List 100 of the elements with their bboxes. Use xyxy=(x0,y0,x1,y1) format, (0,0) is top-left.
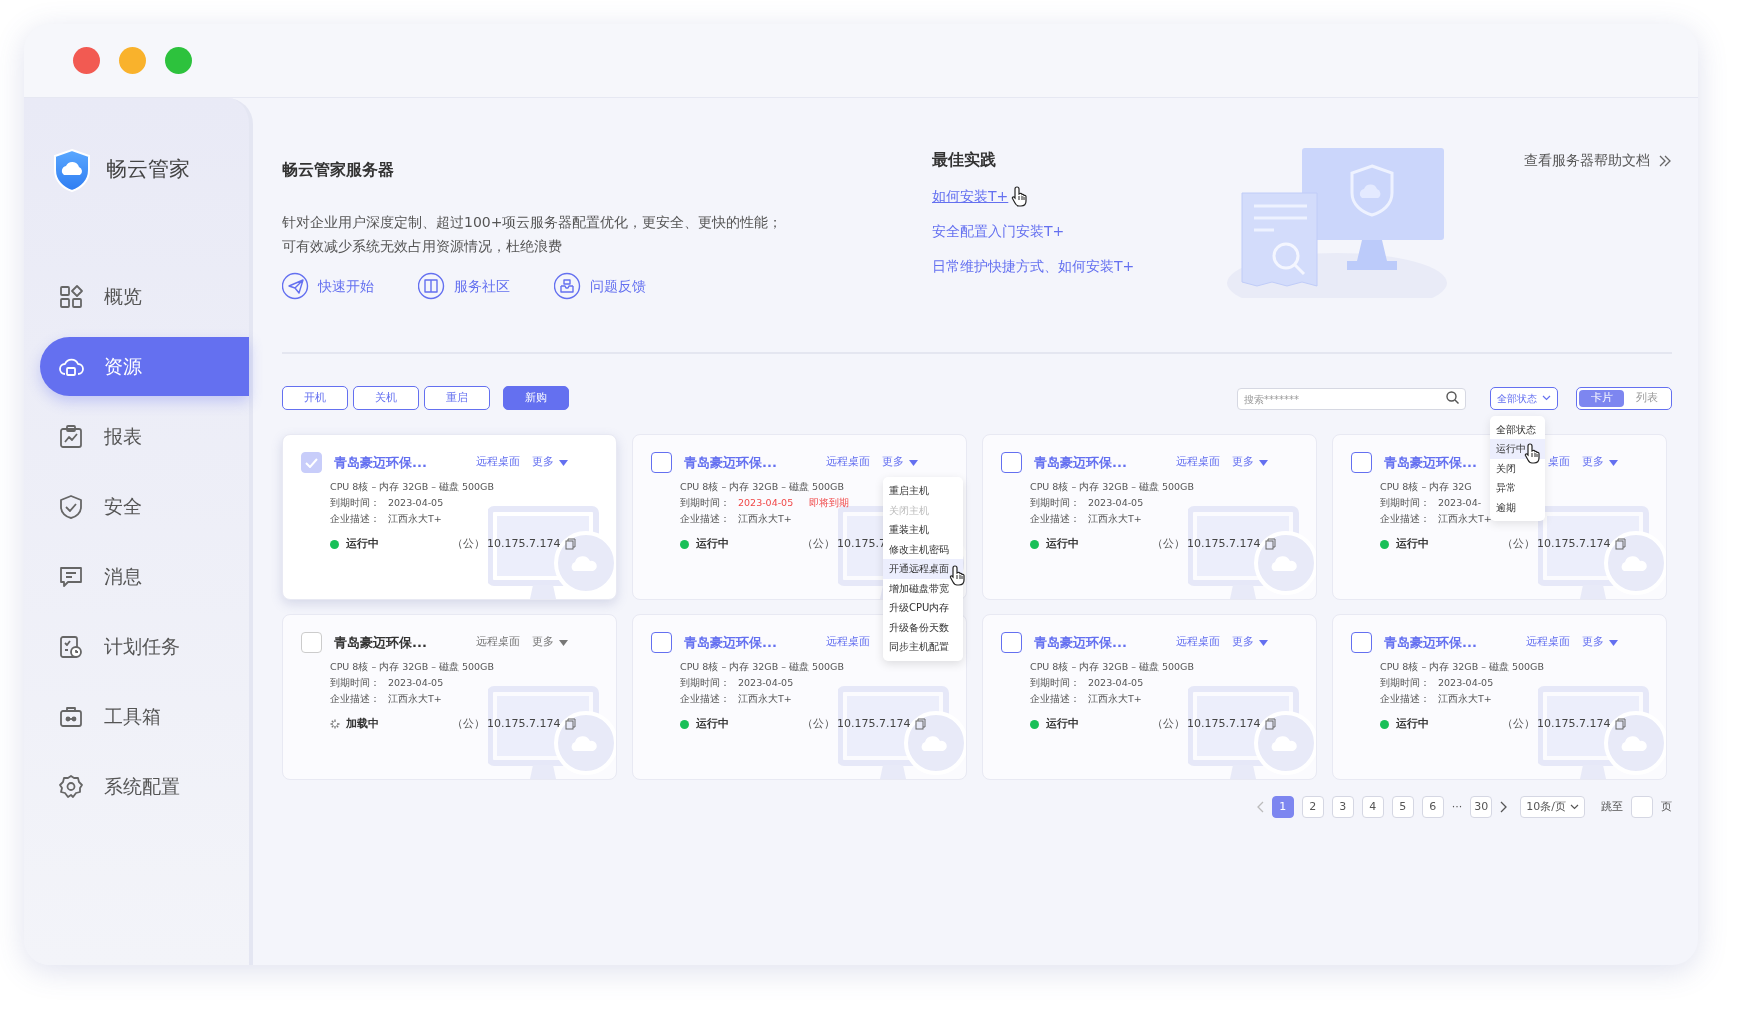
server-name: 青岛豪迈环保... xyxy=(334,453,428,472)
quick-link[interactable]: 服务社区 xyxy=(418,272,510,300)
description-value: 江西永大T+ xyxy=(1088,512,1142,526)
menu-item[interactable]: 全部状态 xyxy=(1490,419,1545,439)
server-name: 青岛豪迈环保... xyxy=(1384,633,1478,652)
sidebar-item[interactable]: 资源 xyxy=(40,337,249,396)
menu-item[interactable]: 异常 xyxy=(1490,478,1545,498)
remote-desktop-link[interactable]: 远程桌面 xyxy=(1524,634,1570,651)
page-size-select[interactable]: 10条/页 xyxy=(1520,796,1585,818)
field-label: 企业描述： xyxy=(680,692,730,706)
view-tab[interactable]: 卡片 xyxy=(1579,389,1624,407)
ip-address: 10.175.7.174 xyxy=(837,716,911,732)
copy-icon xyxy=(915,718,927,731)
guide-link[interactable]: 如何安装T+ xyxy=(932,186,1009,207)
description-text: 可有效减少系统无效占用资源情况，杜绝浪费 xyxy=(282,237,563,256)
menu-item[interactable]: 升级CPU内存 xyxy=(883,598,963,618)
sidebar-item[interactable]: 计划任务 xyxy=(40,617,249,676)
spec-text: CPU 8核 – 内存 32GB – 磁盘 500GB xyxy=(330,661,494,672)
checkbox[interactable] xyxy=(1351,452,1372,473)
field-label: 企业描述： xyxy=(330,512,380,526)
field-label: 到期时间： xyxy=(330,496,380,510)
more-dropdown[interactable]: 更多 xyxy=(1232,634,1268,651)
sidebar-item[interactable]: 工具箱 xyxy=(40,687,249,746)
menu-item[interactable]: 同步主机配置 xyxy=(883,637,963,657)
remote-desktop-link[interactable]: 远程桌面 xyxy=(824,454,870,471)
page-input[interactable] xyxy=(1631,796,1653,818)
status-text: 加载中 xyxy=(346,716,379,732)
description-value: 江西永大T+ xyxy=(388,692,442,706)
checkbox[interactable] xyxy=(1001,632,1022,653)
ip-label: （公） xyxy=(1152,536,1185,552)
page-button[interactable]: 30 xyxy=(1470,796,1493,818)
help-link[interactable]: 查看服务器帮助文档 xyxy=(1524,150,1672,171)
checkbox[interactable] xyxy=(1351,632,1372,653)
guide-link[interactable]: 安全配置入门安装T+ xyxy=(932,221,1065,242)
menu-item[interactable]: 重装主机 xyxy=(883,520,963,540)
spec-text: CPU 8核 – 内存 32GB – 磁盘 500GB xyxy=(1030,661,1194,672)
sidebar-item[interactable]: 安全 xyxy=(40,477,249,536)
page-button[interactable]: 4 xyxy=(1361,796,1384,818)
status-dropdown[interactable]: 全部状态 xyxy=(1490,386,1558,410)
ip-label: （公） xyxy=(802,716,835,732)
toolbar-button[interactable]: 关机 xyxy=(353,386,419,410)
toolbar-button[interactable]: 开机 xyxy=(282,386,348,410)
status-text: 运行中 xyxy=(1046,716,1079,732)
sidebar-item[interactable]: 报表 xyxy=(40,407,249,466)
remote-desktop-link[interactable]: 远程桌面 xyxy=(824,634,870,651)
pagination-ellipsis: ··· xyxy=(1451,798,1463,815)
page-button[interactable]: 3 xyxy=(1331,796,1354,818)
caret-down-icon xyxy=(1259,459,1268,466)
jump-label: 跳至 xyxy=(1601,798,1623,815)
menu-item[interactable]: 重启主机 xyxy=(883,481,963,501)
field-label: 企业描述： xyxy=(1380,692,1430,706)
checkbox[interactable] xyxy=(651,632,672,653)
menu-item[interactable]: 升级备份天数 xyxy=(883,617,963,637)
toolbar-button[interactable]: 重启 xyxy=(424,386,490,410)
checkbox[interactable] xyxy=(1001,452,1022,473)
search-field[interactable]: 搜索******* xyxy=(1237,388,1466,411)
sidebar-item[interactable]: 概览 xyxy=(40,267,249,326)
menu-item[interactable]: 修改主机密码 xyxy=(883,539,963,559)
section-title: 最佳实践 xyxy=(932,149,997,171)
book-icon xyxy=(418,272,446,300)
search-icon xyxy=(1446,390,1459,404)
checkbox[interactable] xyxy=(651,452,672,473)
ip-address: 10.175.7.174 xyxy=(1187,716,1261,732)
more-dropdown[interactable]: 更多 xyxy=(1582,634,1618,651)
sidebar-item[interactable]: 消息 xyxy=(40,547,249,606)
toolbar-button[interactable]: 新购 xyxy=(503,386,569,410)
expiry-date: 2023-04-05 xyxy=(388,676,444,690)
quick-link[interactable]: 问题反馈 xyxy=(554,272,646,300)
expiry-date: 2023-04-05 xyxy=(738,676,794,690)
status-text: 运行中 xyxy=(1046,536,1079,552)
more-dropdown[interactable]: 更多 xyxy=(882,454,918,471)
spec-text: CPU 8核 – 内存 32GB – 磁盘 500GB xyxy=(1030,481,1194,492)
page-button[interactable]: 5 xyxy=(1391,796,1414,818)
zoom-button[interactable] xyxy=(165,47,192,74)
caret-down-icon xyxy=(1259,639,1268,646)
more-dropdown[interactable]: 更多 xyxy=(1582,454,1618,471)
quick-link[interactable]: 快速开始 xyxy=(282,272,374,300)
page-button[interactable]: 1 xyxy=(1271,796,1294,818)
caret-down-icon xyxy=(559,639,568,646)
field-label: 到期时间： xyxy=(680,496,730,510)
server-name: 青岛豪迈环保... xyxy=(1034,633,1128,652)
page-button[interactable]: 2 xyxy=(1301,796,1324,818)
remote-desktop-link[interactable]: 远程桌面 xyxy=(1174,634,1220,651)
sidebar-item[interactable]: 系统配置 xyxy=(40,757,249,816)
ip-address: 10.175.7.174 xyxy=(1537,536,1611,552)
more-dropdown[interactable]: 更多 xyxy=(1232,454,1268,471)
expiry-date: 2023-04-05 xyxy=(1088,676,1144,690)
remote-desktop-link[interactable]: 远程桌面 xyxy=(1174,454,1220,471)
menu-item[interactable]: 逾期 xyxy=(1490,497,1545,517)
caret-down-icon xyxy=(559,459,568,466)
close-button[interactable] xyxy=(73,47,100,74)
more-dropdown[interactable]: 更多 xyxy=(532,454,568,471)
view-tab[interactable]: 列表 xyxy=(1624,389,1669,407)
page-button[interactable]: 6 xyxy=(1421,796,1444,818)
remote-desktop-link[interactable]: 远程桌面 xyxy=(474,454,520,471)
guide-link[interactable]: 日常维护快捷方式、如何安装T+ xyxy=(932,256,1135,277)
hand-cursor-icon xyxy=(1011,186,1029,207)
copy-icon xyxy=(1615,538,1627,551)
section-title: 畅云管家服务器 xyxy=(282,159,395,181)
description-value: 江西永大T+ xyxy=(388,512,442,526)
